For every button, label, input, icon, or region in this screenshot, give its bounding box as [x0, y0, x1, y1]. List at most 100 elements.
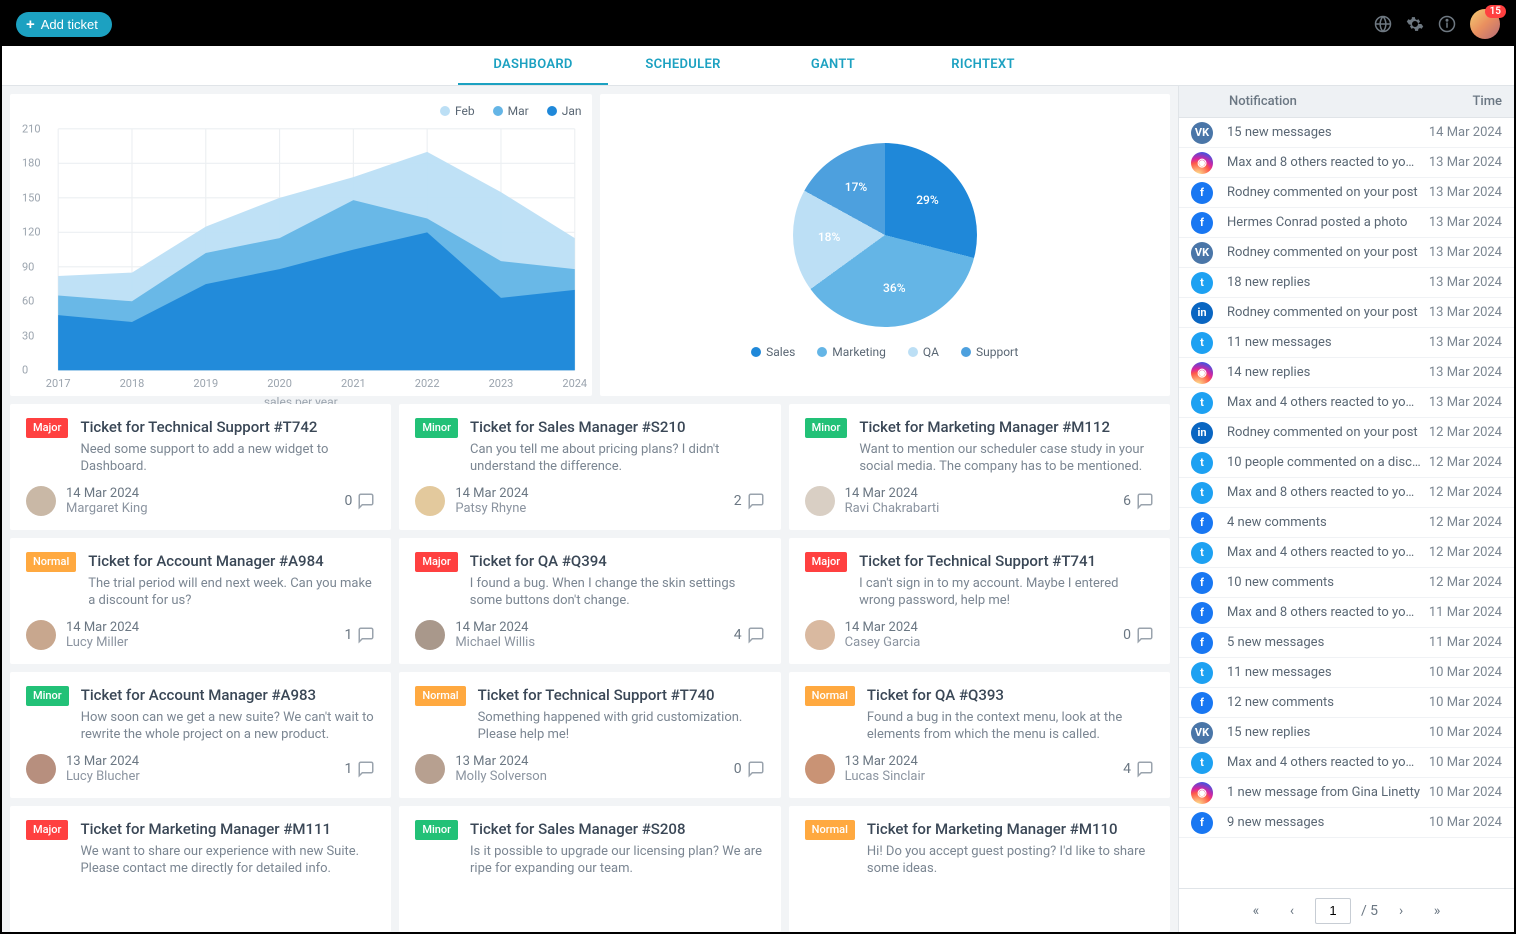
comment-indicator[interactable]: 0	[344, 492, 375, 510]
ticket-card[interactable]: Minor Ticket for Account Manager #A983 H…	[10, 672, 391, 798]
ticket-desc: I found a bug. When I change the skin se…	[470, 575, 765, 610]
notification-text: 5 new messages	[1227, 635, 1421, 650]
tab-scheduler[interactable]: SCHEDULER	[608, 46, 758, 85]
notification-row[interactable]: f 5 new messages 11 Mar 2024	[1179, 628, 1514, 658]
pie-legend-item[interactable]: Support	[961, 345, 1018, 359]
notification-row[interactable]: t Max and 4 others reacted to your post …	[1179, 748, 1514, 778]
ticket-top: Minor Ticket for Account Manager #A983 H…	[26, 686, 375, 744]
comment-indicator[interactable]: 6	[1123, 492, 1154, 510]
comment-indicator[interactable]: 2	[734, 492, 765, 510]
notification-row[interactable]: f Hermes Conrad posted a photo 13 Mar 20…	[1179, 208, 1514, 238]
notification-row[interactable]: in Rodney commented on your post 12 Mar …	[1179, 418, 1514, 448]
ticket-card[interactable]: Major Ticket for Technical Support #T741…	[789, 538, 1170, 664]
globe-icon[interactable]	[1374, 15, 1392, 33]
info-icon[interactable]	[1438, 15, 1456, 33]
comment-indicator[interactable]: 0	[1123, 626, 1154, 644]
notification-row[interactable]: f 10 new comments 12 Mar 2024	[1179, 568, 1514, 598]
ticket-date: 14 Mar 2024	[66, 620, 334, 635]
ticket-card[interactable]: Minor Ticket for Sales Manager #S208 Is …	[399, 806, 780, 932]
notification-row[interactable]: f 12 new comments 10 Mar 2024	[1179, 688, 1514, 718]
area-chart-xtick: 2020	[267, 377, 292, 390]
notification-row[interactable]: t 11 new messages 10 Mar 2024	[1179, 658, 1514, 688]
ticket-card[interactable]: Normal Ticket for QA #Q393 Found a bug i…	[789, 672, 1170, 798]
notification-row[interactable]: in Rodney commented on your post 13 Mar …	[1179, 298, 1514, 328]
comment-indicator[interactable]: 4	[734, 626, 765, 644]
area-chart-ytick: 90	[22, 260, 34, 273]
ticket-top: Major Ticket for Marketing Manager #M111…	[26, 820, 375, 878]
comment-indicator[interactable]: 1	[344, 626, 375, 644]
notification-row[interactable]: t Max and 4 others reacted to your post …	[1179, 538, 1514, 568]
gear-icon[interactable]	[1406, 15, 1424, 33]
pie-legend-item[interactable]: Marketing	[817, 345, 886, 359]
ticket-card[interactable]: Normal Ticket for Technical Support #T74…	[399, 672, 780, 798]
notification-row[interactable]: VK 15 new replies 10 Mar 2024	[1179, 718, 1514, 748]
comment-icon	[1136, 626, 1154, 644]
notification-row[interactable]: t 11 new messages 13 Mar 2024	[1179, 328, 1514, 358]
notification-row[interactable]: ◉ 14 new replies 13 Mar 2024	[1179, 358, 1514, 388]
tab-richtext[interactable]: RICHTEXT	[908, 46, 1058, 85]
ticket-card[interactable]: Major Ticket for Technical Support #T742…	[10, 404, 391, 530]
priority-badge: Normal	[805, 686, 855, 706]
comment-indicator[interactable]: 4	[1123, 760, 1154, 778]
area-chart-ytick: 0	[22, 364, 28, 377]
notification-row[interactable]: f 9 new messages 10 Mar 2024	[1179, 808, 1514, 838]
user-avatar[interactable]: 15	[1470, 9, 1500, 39]
comment-indicator[interactable]: 0	[734, 760, 765, 778]
main-area: FebMarJan 0306090120150180210 2017201820…	[2, 86, 1514, 932]
notification-row[interactable]: f 4 new comments 12 Mar 2024	[1179, 508, 1514, 538]
ticket-title: Ticket for Account Manager #A983	[81, 686, 376, 705]
ticket-card[interactable]: Minor Ticket for Marketing Manager #M112…	[789, 404, 1170, 530]
ticket-card[interactable]: Normal Ticket for Account Manager #A984 …	[10, 538, 391, 664]
priority-badge: Major	[26, 418, 68, 438]
area-chart-ytick: 30	[22, 329, 34, 342]
pie-legend-item[interactable]: Sales	[751, 345, 795, 359]
ticket-card[interactable]: Major Ticket for Marketing Manager #M111…	[10, 806, 391, 932]
notification-row[interactable]: ◉ 1 new message from Gina Linetty 10 Mar…	[1179, 778, 1514, 808]
notification-row[interactable]: t Max and 4 others reacted to your post …	[1179, 388, 1514, 418]
notification-row[interactable]: VK 15 new messages 14 Mar 2024	[1179, 118, 1514, 148]
tab-gantt[interactable]: GANTT	[758, 46, 908, 85]
pager-last-icon[interactable]: »	[1424, 898, 1450, 924]
ticket-card[interactable]: Normal Ticket for Marketing Manager #M11…	[789, 806, 1170, 932]
notifications-list[interactable]: VK 15 new messages 14 Mar 2024 ◉ Max and…	[1179, 118, 1514, 888]
notification-row[interactable]: f Max and 8 others reacted to your post …	[1179, 598, 1514, 628]
ticket-author: Lucy Blucher	[66, 769, 334, 784]
ticket-desc: Can you tell me about pricing plans? I d…	[470, 441, 765, 476]
comment-count: 0	[1123, 627, 1131, 643]
comment-indicator[interactable]: 1	[344, 760, 375, 778]
add-ticket-button[interactable]: + Add ticket	[16, 12, 112, 37]
area-legend-item[interactable]: Mar	[493, 104, 529, 118]
notification-row[interactable]: t 10 people commented on a discussion th…	[1179, 448, 1514, 478]
notification-row[interactable]: t 18 new replies 13 Mar 2024	[1179, 268, 1514, 298]
notification-date: 10 Mar 2024	[1429, 755, 1502, 770]
pie-legend-item[interactable]: QA	[908, 345, 939, 359]
ticket-card[interactable]: Minor Ticket for Sales Manager #S210 Can…	[399, 404, 780, 530]
notification-text: Max and 8 others reacted to your post	[1227, 155, 1421, 170]
ticket-card[interactable]: Major Ticket for QA #Q394 I found a bug.…	[399, 538, 780, 664]
area-chart-xtick: 2023	[489, 377, 514, 390]
notification-date: 10 Mar 2024	[1429, 725, 1502, 740]
area-chart-xtick: 2017	[46, 377, 71, 390]
ig-icon: ◉	[1191, 782, 1213, 804]
pager-current-input[interactable]	[1315, 898, 1351, 924]
notification-row[interactable]: t Max and 8 others reacted to your post …	[1179, 478, 1514, 508]
notification-text: Max and 8 others reacted to your post	[1227, 605, 1421, 620]
ticket-meta: 13 Mar 2024 Lucy Blucher 1	[26, 754, 375, 784]
tab-dashboard[interactable]: DASHBOARD	[458, 46, 608, 85]
ticket-meta-text: 14 Mar 2024 Casey Garcia	[845, 620, 1113, 650]
pager-next-icon[interactable]: ›	[1388, 898, 1414, 924]
priority-badge: Normal	[415, 686, 465, 706]
area-chart-ytick: 180	[22, 157, 41, 170]
area-chart-xtick: 2018	[120, 377, 145, 390]
area-legend-item[interactable]: Jan	[547, 104, 582, 118]
area-legend-item[interactable]: Feb	[440, 104, 475, 118]
notification-row[interactable]: f Rodney commented on your post 13 Mar 2…	[1179, 178, 1514, 208]
notification-text: 11 new messages	[1227, 335, 1421, 350]
ticket-avatar	[26, 486, 56, 516]
notification-row[interactable]: ◉ Max and 8 others reacted to your post …	[1179, 148, 1514, 178]
pager-first-icon[interactable]: «	[1243, 898, 1269, 924]
pager-prev-icon[interactable]: ‹	[1279, 898, 1305, 924]
vk-icon: VK	[1191, 122, 1213, 144]
notification-row[interactable]: VK Rodney commented on your post 13 Mar …	[1179, 238, 1514, 268]
notification-date: 13 Mar 2024	[1429, 395, 1502, 410]
